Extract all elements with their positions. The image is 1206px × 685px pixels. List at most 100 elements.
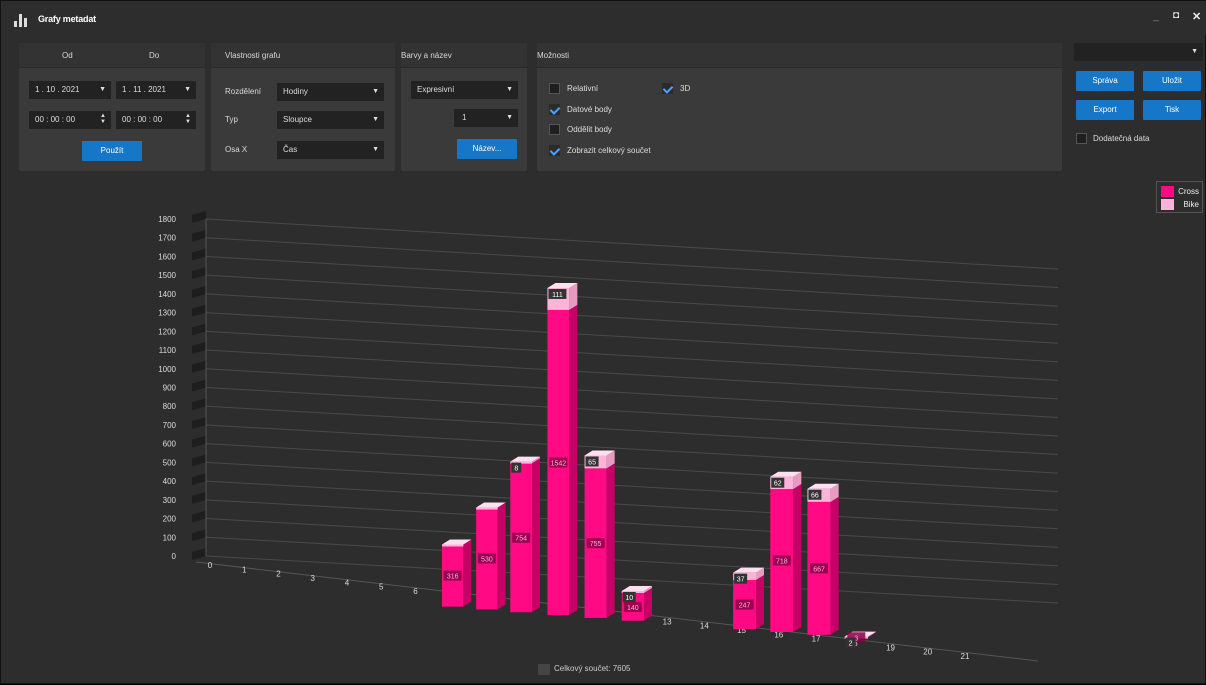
total-sum-label: Celkový součet: 7605 (554, 664, 631, 673)
bar-cross-side (793, 484, 802, 632)
x-tick-label: 13 (663, 617, 672, 626)
bar-cross-side (644, 587, 652, 621)
wall-segment (192, 360, 206, 373)
data-label-bike: 8 (514, 466, 518, 473)
wall-segment (192, 435, 206, 448)
legend-swatch-bike (1161, 199, 1174, 210)
data-label-cross: 247 (739, 603, 751, 610)
bar-cross-side (463, 539, 472, 607)
wall-segment (192, 416, 206, 429)
gridline (205, 387, 1059, 437)
legend-swatch-cross (1161, 186, 1174, 197)
data-label-bike: 66 (811, 493, 819, 500)
gridline (205, 536, 1059, 585)
gridline (205, 480, 1059, 530)
bar-cross-side (756, 575, 764, 630)
x-tick-label: 20 (923, 648, 932, 657)
y-tick-label: 100 (163, 533, 177, 542)
gridline (205, 461, 1059, 511)
y-tick-label: 1100 (159, 346, 177, 355)
bars: 0123456731685309754810154211111755651214… (208, 282, 970, 661)
x-tick-label: 1 (242, 565, 247, 574)
wall-segment (192, 379, 206, 392)
y-tick-label: 700 (163, 421, 177, 430)
gridline (205, 443, 1059, 493)
gridline (205, 274, 1059, 326)
data-label-cross: 718 (776, 558, 788, 565)
y-tick-label: 1000 (158, 365, 176, 374)
gridline (205, 368, 1059, 418)
gridline (205, 218, 1059, 270)
wall-segment (192, 548, 206, 560)
data-label-cross: 667 (813, 566, 825, 573)
bar-chart-3d: 0100200300400500600700800900100011001200… (158, 211, 1059, 662)
data-label-bike: 62 (774, 481, 782, 488)
data-label-bike: 10 (625, 595, 633, 602)
y-tick-label: 1300 (158, 309, 176, 318)
gridline (205, 405, 1059, 456)
y-tick-label: 1600 (158, 252, 176, 261)
floor-edge (195, 561, 1039, 662)
x-tick-label: 6 (413, 587, 418, 596)
wall-segment (192, 229, 206, 242)
wall-segment (192, 248, 206, 261)
wall-segment (192, 510, 206, 523)
gridline (205, 237, 1059, 289)
wall-segment (192, 454, 206, 467)
y-tick-label: 1200 (158, 327, 176, 336)
x-tick-label: 17 (812, 635, 821, 644)
gridline (205, 349, 1059, 400)
bar-cross-side (606, 463, 615, 618)
y-tick-label: 800 (163, 402, 177, 411)
x-tick-label: 21 (961, 652, 970, 661)
data-label-cross: 140 (627, 605, 639, 612)
y-tick-label: 0 (172, 552, 177, 561)
y-tick-label: 400 (163, 477, 177, 486)
gridline (205, 499, 1059, 548)
gridline (205, 293, 1059, 344)
data-label-bike: 2 (849, 641, 853, 648)
wall-segment (192, 342, 206, 355)
bar-bike (476, 507, 498, 510)
data-label-cross: 754 (515, 536, 527, 543)
gridline (205, 424, 1059, 474)
app-window: Grafy metadat _ ◘ ✕ Od Do 1 . 10 . 2021 ▼… (0, 0, 1206, 684)
gridline (205, 255, 1059, 307)
data-label-bike: 37 (737, 577, 745, 584)
y-tick-label: 1800 (158, 215, 176, 224)
data-label-cross: 755 (590, 541, 602, 548)
wall-segment (192, 267, 206, 280)
data-label-bike: 65 (588, 459, 596, 466)
gridline (205, 518, 1059, 567)
total-swatch (538, 664, 550, 675)
x-tick-label: 4 (345, 578, 350, 587)
x-tick-label: 19 (886, 643, 895, 652)
x-tick-label: 3 (310, 574, 315, 583)
x-tick-label: 5 (379, 583, 384, 592)
data-label-cross: 1542 (551, 461, 567, 468)
data-label-cross: 530 (481, 557, 493, 564)
y-tick-label: 600 (163, 440, 177, 449)
wall-segment (192, 323, 206, 336)
x-tick-label: 14 (700, 622, 709, 631)
wall-segment (192, 285, 206, 298)
y-tick-label: 1400 (158, 290, 176, 299)
wall-segment (192, 211, 206, 223)
bar-cross-side (569, 304, 578, 616)
bar-cross-side (830, 496, 839, 635)
bar-cross-side (497, 502, 506, 610)
wall-segment (192, 398, 206, 411)
wall-segment (192, 473, 206, 486)
y-tick-label: 900 (163, 384, 177, 393)
x-tick-label: 0 (208, 561, 213, 570)
bar-bike (442, 544, 464, 547)
wall-segment (192, 529, 206, 542)
legend-label-cross: Cross (1178, 187, 1199, 196)
gridline (205, 330, 1059, 381)
y-tick-label: 300 (163, 496, 177, 505)
y-tick-label: 1500 (158, 271, 176, 280)
wall-segment (192, 491, 206, 504)
legend-label-bike: Bike (1183, 200, 1199, 209)
y-tick-label: 500 (163, 458, 177, 467)
chart-legend: Cross Bike (1156, 181, 1203, 213)
